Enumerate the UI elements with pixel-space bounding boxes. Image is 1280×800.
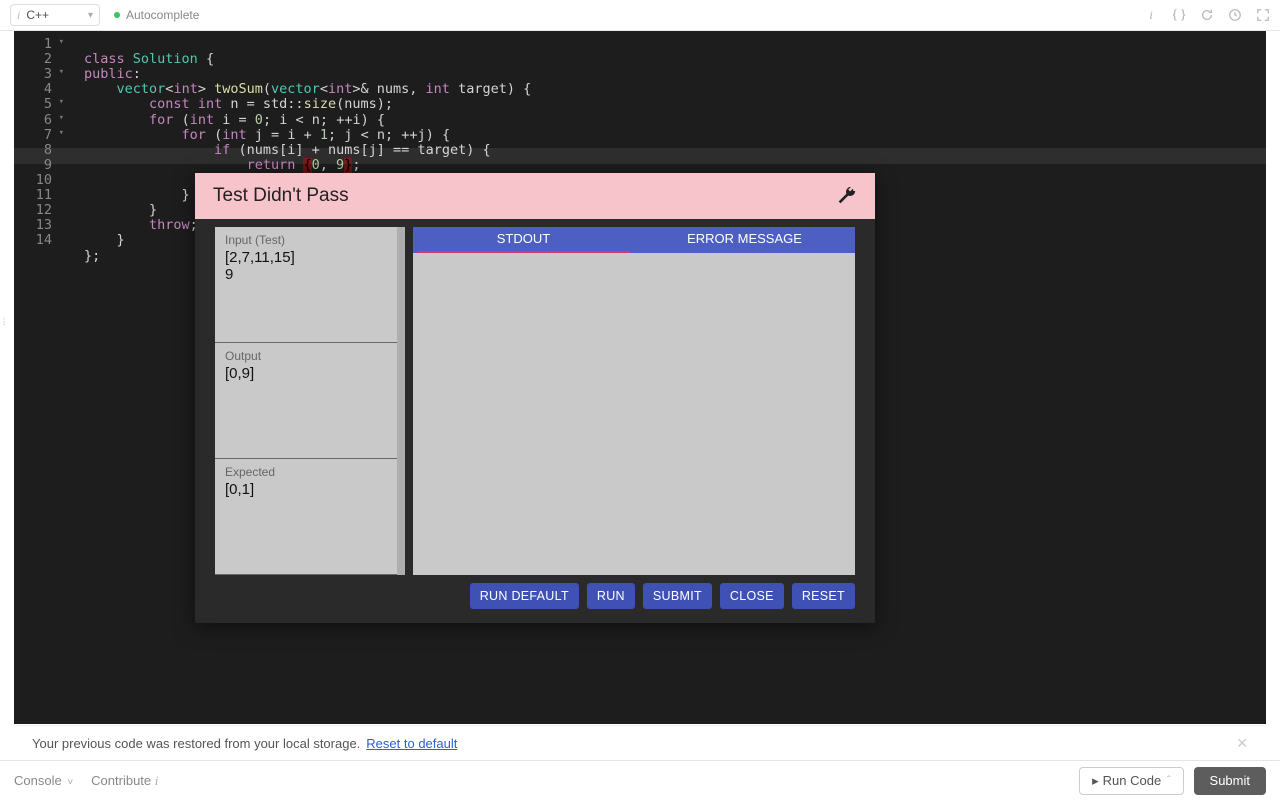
contribute-link[interactable]: Contribute i — [91, 773, 158, 789]
expected-label: Expected — [225, 465, 395, 479]
autocomplete-label: Autocomplete — [126, 8, 199, 22]
status-dot-icon — [114, 12, 120, 18]
run-code-label: Run Code — [1103, 773, 1162, 788]
wrench-icon[interactable] — [835, 185, 857, 207]
input-value: [2,7,11,15] 9 — [225, 249, 395, 283]
editor-toolbar: i C++ ▾ Autocomplete i — [0, 0, 1280, 31]
input-label: Input (Test) — [225, 233, 395, 247]
restore-notice: Your previous code was restored from you… — [14, 725, 1266, 761]
info-icon[interactable]: i — [1144, 8, 1158, 22]
tab-error-message[interactable]: ERROR MESSAGE — [634, 227, 855, 253]
chevron-up-icon: ˆ — [1167, 775, 1170, 786]
output-pane: Output [0,9] — [215, 343, 405, 459]
info-icon: i — [155, 773, 159, 788]
close-icon[interactable]: ✕ — [1236, 735, 1248, 752]
console-column: STDOUT ERROR MESSAGE — [413, 227, 855, 575]
close-button[interactable]: CLOSE — [720, 583, 784, 609]
console-tabs: STDOUT ERROR MESSAGE — [413, 227, 855, 253]
output-label: Output — [225, 349, 395, 363]
reset-default-link[interactable]: Reset to default — [366, 736, 457, 751]
run-default-button[interactable]: RUN DEFAULT — [470, 583, 579, 609]
info-icon: i — [17, 8, 20, 23]
modal-header: Test Didn't Pass — [195, 173, 875, 219]
gutter: 1▾ 2 3▾ 4 5▾ 6▾ 7▾ 8 9 10 11 12 13 14 — [14, 37, 68, 724]
io-column: Input (Test) [2,7,11,15] 9 Output [0,9] … — [215, 227, 405, 575]
test-result-modal: Test Didn't Pass Input (Test) [2,7,11,15… — [195, 173, 875, 623]
run-code-button[interactable]: ▸ Run Code ˆ — [1079, 767, 1183, 795]
resize-handle-icon[interactable]: ⠇ — [2, 318, 7, 329]
scrollbar[interactable] — [397, 227, 405, 575]
submit-main-button[interactable]: Submit — [1194, 767, 1266, 795]
tab-stdout[interactable]: STDOUT — [413, 227, 634, 253]
restore-text: Your previous code was restored from you… — [32, 736, 360, 751]
language-select[interactable]: i C++ ▾ — [10, 4, 100, 26]
submit-button[interactable]: SUBMIT — [643, 583, 712, 609]
chevron-up-icon: ˅ — [67, 777, 73, 788]
input-pane: Input (Test) [2,7,11,15] 9 — [215, 227, 405, 343]
expected-value: [0,1] — [225, 481, 395, 498]
toolbar-right: i — [1144, 8, 1270, 22]
fullscreen-icon[interactable] — [1256, 8, 1270, 22]
expected-pane: Expected [0,1] — [215, 459, 405, 575]
bottom-bar: Console ˅ Contribute i ▸ Run Code ˆ Subm… — [0, 760, 1280, 800]
braces-icon[interactable] — [1172, 8, 1186, 22]
autocomplete-toggle[interactable]: Autocomplete — [114, 8, 199, 22]
stdout-content — [413, 253, 855, 575]
modal-body: Input (Test) [2,7,11,15] 9 Output [0,9] … — [195, 219, 875, 623]
console-toggle[interactable]: Console ˅ — [14, 773, 73, 788]
clock-icon[interactable] — [1228, 8, 1242, 22]
reset-icon[interactable] — [1200, 8, 1214, 22]
chevron-down-icon: ▾ — [88, 10, 93, 21]
play-icon: ▸ — [1092, 773, 1099, 789]
modal-title: Test Didn't Pass — [213, 185, 349, 207]
output-value: [0,9] — [225, 365, 395, 382]
modal-actions: RUN DEFAULT RUN SUBMIT CLOSE RESET — [215, 583, 855, 609]
run-button[interactable]: RUN — [587, 583, 635, 609]
language-value: C++ — [26, 8, 49, 22]
reset-button[interactable]: RESET — [792, 583, 855, 609]
